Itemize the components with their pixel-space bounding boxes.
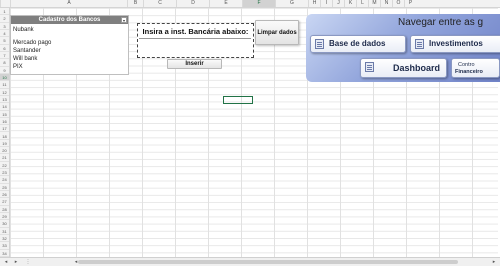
row-header-15[interactable]: 15 xyxy=(0,111,9,118)
row-header-5[interactable]: 5 xyxy=(0,37,9,45)
row-header-1[interactable]: 1 xyxy=(0,8,9,16)
investments-icon xyxy=(415,39,424,49)
bank-item[interactable]: Will bank xyxy=(13,56,37,62)
row-header-6[interactable]: 6 xyxy=(0,45,9,52)
row-header-32[interactable]: 32 xyxy=(0,235,9,243)
row-header-19[interactable]: 19 xyxy=(0,140,9,148)
insert-button[interactable]: Inserir xyxy=(167,59,222,69)
column-header-f[interactable]: F xyxy=(242,0,275,7)
investments-nav-button[interactable]: Investimentos xyxy=(410,35,500,53)
bank-table-header: Cadastro dos Bancos xyxy=(11,16,128,24)
bank-item[interactable]: PIX xyxy=(13,64,23,70)
row-header-13[interactable]: 13 xyxy=(0,96,9,104)
column-header-p[interactable]: P xyxy=(404,0,416,7)
column-header-b[interactable]: B xyxy=(127,0,143,7)
row-header-12[interactable]: 12 xyxy=(0,89,9,96)
bank-item[interactable]: Santander xyxy=(13,48,41,54)
row-header-33[interactable]: 33 xyxy=(0,242,9,250)
column-header-a[interactable]: A xyxy=(10,0,127,7)
bank-input-panel: Insira a inst. Bancária abaixo: xyxy=(137,23,254,58)
select-all-corner[interactable] xyxy=(0,0,10,7)
row-header-7[interactable]: 7 xyxy=(0,52,9,60)
column-header-n[interactable]: N xyxy=(380,0,392,7)
database-nav-button[interactable]: Base de dados xyxy=(310,35,406,53)
column-header-d[interactable]: D xyxy=(176,0,209,7)
financial-control-label-1: Contro xyxy=(458,62,475,68)
bank-register-table: Cadastro dos Bancos ▾ Nubank Mercado pag… xyxy=(10,15,129,75)
column-header-g[interactable]: G xyxy=(275,0,308,7)
row-header-27[interactable]: 27 xyxy=(0,198,9,206)
row-header-34[interactable]: 34 xyxy=(0,250,9,257)
filter-dropdown-icon[interactable]: ▾ xyxy=(121,17,127,23)
dashboard-nav-button[interactable]: Dashboard xyxy=(360,58,447,78)
row-header-20[interactable]: 20 xyxy=(0,147,9,155)
row-header-4[interactable]: 4 xyxy=(0,30,9,38)
row-header-21[interactable]: 21 xyxy=(0,154,9,162)
dashboard-nav-label: Dashboard xyxy=(393,63,441,73)
column-header-h[interactable]: H xyxy=(308,0,320,7)
bank-item[interactable]: Nubank xyxy=(13,27,34,33)
clear-data-button[interactable]: Limpar dados xyxy=(255,20,299,45)
row-header-23[interactable]: 23 xyxy=(0,169,9,177)
row-header-24[interactable]: 24 xyxy=(0,176,9,184)
bank-input-label: Insira a inst. Bancária abaixo: xyxy=(142,27,249,36)
horizontal-scroll-thumb[interactable] xyxy=(78,260,458,264)
column-header-e[interactable]: E xyxy=(209,0,242,7)
column-header-o[interactable]: O xyxy=(392,0,404,7)
row-header-26[interactable]: 26 xyxy=(0,191,9,199)
row-header-31[interactable]: 31 xyxy=(0,228,9,236)
active-cell[interactable] xyxy=(223,96,253,104)
row-header-10[interactable]: 10 xyxy=(0,73,9,82)
column-header-j[interactable]: J xyxy=(332,0,344,7)
row-header-11[interactable]: 11 xyxy=(0,81,9,89)
column-header-k[interactable]: K xyxy=(344,0,356,7)
row-header-17[interactable]: 17 xyxy=(0,125,9,133)
row-header-2[interactable]: 2 xyxy=(0,15,9,23)
column-header-m[interactable]: M xyxy=(368,0,380,7)
row-header-30[interactable]: 30 xyxy=(0,220,9,228)
bank-input-field[interactable] xyxy=(139,38,251,56)
row-header-bar: 1 2 3 4 5 6 7 8 9 10 11 12 13 14 15 16 17 18 19 20 21 22 23 24 2… xyxy=(0,8,10,257)
database-icon xyxy=(315,39,324,49)
row-header-28[interactable]: 28 xyxy=(0,206,9,214)
column-header-c[interactable]: C xyxy=(143,0,176,7)
row-header-25[interactable]: 25 xyxy=(0,184,9,192)
row-header-16[interactable]: 16 xyxy=(0,118,9,126)
nav-title: Navegar entre as g xyxy=(398,17,484,28)
investments-nav-label: Investimentos xyxy=(429,39,483,48)
database-nav-label: Base de dados xyxy=(329,39,386,48)
navigation-panel: Navegar entre as g Base de dados Investi… xyxy=(306,14,500,82)
row-header-18[interactable]: 18 xyxy=(0,133,9,140)
row-header-9[interactable]: 9 xyxy=(0,67,9,74)
row-header-8[interactable]: 8 xyxy=(0,59,9,67)
financial-control-nav-button[interactable]: Contro Financeiro xyxy=(451,58,500,78)
column-header-i[interactable]: I xyxy=(320,0,332,7)
row-header-3[interactable]: 3 xyxy=(0,23,9,30)
column-header-l[interactable]: L xyxy=(356,0,368,7)
row-header-29[interactable]: 29 xyxy=(0,213,9,221)
row-header-22[interactable]: 22 xyxy=(0,162,9,170)
dashboard-icon xyxy=(365,62,374,72)
column-header-bar: ABCDEFGHIJKLMNOP xyxy=(0,0,500,8)
row-header-14[interactable]: 14 xyxy=(0,103,9,111)
financial-control-label-2: Financeiro xyxy=(455,69,483,75)
bank-item[interactable]: Mercado pago xyxy=(13,40,51,46)
